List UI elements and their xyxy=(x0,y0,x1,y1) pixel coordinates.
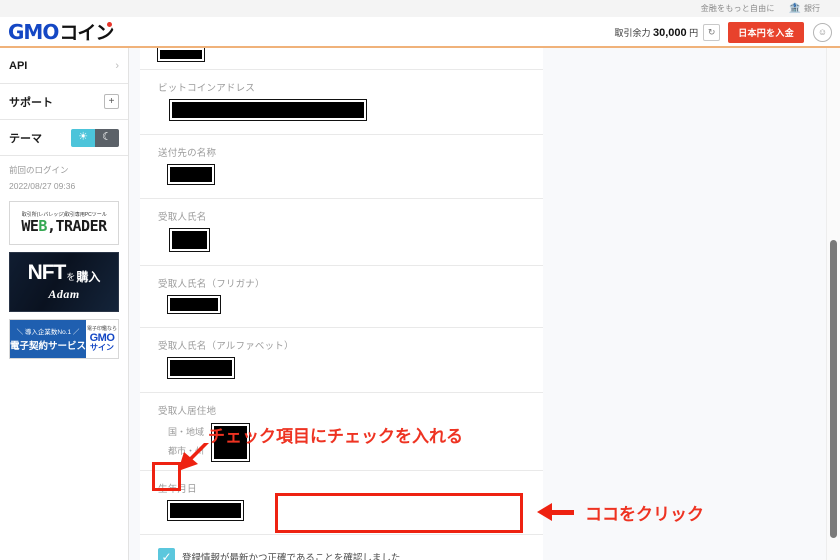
form-field-recipient-name: 受取人氏名 xyxy=(140,199,543,266)
sidebar-item-label: サポート xyxy=(9,96,53,109)
last-login-datetime: 2022/08/27 09:36 xyxy=(9,181,76,191)
field-label: 受取人居住地 xyxy=(158,406,217,417)
refresh-icon[interactable]: ↻ xyxy=(703,23,721,41)
nft-title-small: を xyxy=(66,272,76,282)
sidebar-item-theme: テーマ ☀ ☾ xyxy=(0,120,128,156)
trading-balance: 取引余力 30,000 円 xyxy=(614,26,698,39)
plus-box-icon[interactable]: + xyxy=(104,94,119,109)
field-label: 受取人氏名（フリガナ） xyxy=(158,279,265,290)
sun-icon[interactable]: ☀ xyxy=(71,128,95,147)
sidebar: API › サポート + テーマ ☀ ☾ 前回のログイン 2022/08/27 … xyxy=(0,48,129,560)
top-utility-bar: 金融をもっと自由に 🏦 銀行 xyxy=(0,0,840,18)
sidebar-item-label: API xyxy=(9,59,28,72)
moon-icon[interactable]: ☾ xyxy=(95,128,119,147)
withdrawal-form-card: ビットコインアドレス 送付先の名称 受取人氏名 受取人氏名（フリガナ） 受取人氏… xyxy=(140,48,543,560)
vertical-scrollbar-track[interactable] xyxy=(827,48,840,560)
field-label: 受取人氏名（アルファベット） xyxy=(158,341,294,352)
confirm-checkbox-label: 登録情報が最新かつ正確であることを確認しました xyxy=(182,552,401,560)
web-trader-caption: 取引所(レバレッジ)取引専用PCツール xyxy=(21,212,107,219)
gmo-sign-left: ＼ 導入企業数No.1 ／ 電子契約サービス xyxy=(10,320,87,358)
redacted-value xyxy=(169,99,367,121)
header-right-group: 取引余力 30,000 円 ↻ 日本円を入金 ☺ xyxy=(614,21,832,43)
field-label: 送付先の名称 xyxy=(158,148,217,159)
gmo-sign-sub: サイン xyxy=(90,343,114,353)
form-field-bitcoin-address: ビットコインアドレス xyxy=(140,70,543,135)
last-login-block: 前回のログイン 2022/08/27 09:36 xyxy=(0,156,128,193)
gmo-sign-right-top: 電子印鑑なら xyxy=(87,326,118,333)
gmo-coin-logo[interactable]: GMO コイン xyxy=(8,19,114,44)
confirm-checkbox[interactable]: ✓ xyxy=(158,548,175,560)
redacted-value xyxy=(169,228,210,252)
confirm-checkbox-row: ✓ 登録情報が最新かつ正確であることを確認しました xyxy=(140,535,543,560)
balance-unit: 円 xyxy=(689,27,699,38)
theme-toggle[interactable]: ☀ ☾ xyxy=(71,128,119,147)
gmo-sign-left-main: 電子契約サービス xyxy=(10,341,87,352)
nft-title-big: NFT xyxy=(27,261,67,284)
logo-red-dot-icon xyxy=(107,21,113,27)
chevron-right-icon: › xyxy=(115,59,119,72)
form-field-recipient-name-alphabet: 受取人氏名（アルファベット） xyxy=(140,328,543,393)
redacted-value xyxy=(167,295,221,314)
form-field-destination-name: 送付先の名称 xyxy=(140,135,543,199)
vertical-scrollbar-thumb[interactable] xyxy=(830,240,837,538)
redacted-value xyxy=(211,422,251,462)
gmo-sign-right: 電子印鑑なら GMO サイン xyxy=(86,320,118,358)
logo-kana-label: コイン xyxy=(59,22,114,44)
form-field-partial xyxy=(140,48,543,70)
residence-sublabels: 国・地域 都市・州 xyxy=(168,423,204,461)
nft-title-mid: 購入 xyxy=(76,270,101,284)
gmo-sign-banner[interactable]: ＼ 導入企業数No.1 ／ 電子契約サービス 電子印鑑なら GMO サイン xyxy=(9,319,119,359)
nft-title-line: NFT を 購入 xyxy=(28,262,101,283)
field-label: ビットコインアドレス xyxy=(158,83,256,94)
app-window: 金融をもっと自由に 🏦 銀行 GMO コイン 取引余力 30,000 円 ↻ 日… xyxy=(0,0,840,560)
sidebar-item-label: テーマ xyxy=(9,132,42,145)
adam-brand-text: Adam xyxy=(48,287,80,301)
account-avatar-icon[interactable]: ☺ xyxy=(813,22,832,42)
redacted-value xyxy=(167,357,235,379)
form-field-recipient-name-kana: 受取人氏名（フリガナ） xyxy=(140,266,543,328)
bank-label: 銀行 xyxy=(804,4,820,13)
site-header: GMO コイン 取引余力 30,000 円 ↻ 日本円を入金 ☺ xyxy=(0,17,840,47)
gmo-sign-left-top: ＼ 導入企業数No.1 ／ xyxy=(16,329,80,336)
deposit-jpy-button[interactable]: 日本円を入金 xyxy=(728,21,804,43)
redacted-value xyxy=(167,164,215,185)
residence-country-label: 国・地域 xyxy=(168,427,205,437)
form-field-recipient-residence: 受取人居住地 国・地域 都市・州 xyxy=(140,393,543,471)
balance-amount: 30,000 xyxy=(653,26,687,39)
redacted-value xyxy=(157,48,205,62)
tagline-text: 金融をもっと自由に xyxy=(700,4,775,13)
logo-kana-text: コイン xyxy=(59,21,114,44)
sidebar-banners: 取引所(レバレッジ)取引専用PCツール WEB,TRADER NFT を 購入 … xyxy=(0,193,128,359)
residence-city-label: 都市・州 xyxy=(168,446,205,456)
bank-link[interactable]: 🏦 銀行 xyxy=(789,3,820,14)
field-label: 生年月日 xyxy=(158,484,197,495)
sidebar-item-support[interactable]: サポート + xyxy=(0,84,128,120)
residence-subrow: 国・地域 都市・州 xyxy=(158,422,525,462)
web-trader-title: WEB,TRADER xyxy=(21,217,107,236)
sidebar-item-api[interactable]: API › xyxy=(0,48,128,84)
logo-gmo-text: GMO xyxy=(8,19,59,44)
bank-icon: 🏦 xyxy=(788,2,801,14)
nft-adam-banner[interactable]: NFT を 購入 Adam xyxy=(9,252,119,312)
field-label: 受取人氏名 xyxy=(158,212,207,223)
balance-label: 取引余力 xyxy=(614,27,651,38)
web-trader-banner[interactable]: 取引所(レバレッジ)取引専用PCツール WEB,TRADER xyxy=(9,201,119,245)
last-login-title: 前回のログイン xyxy=(9,165,69,175)
form-field-birthdate: 生年月日 xyxy=(140,471,543,535)
redacted-value xyxy=(167,500,244,521)
